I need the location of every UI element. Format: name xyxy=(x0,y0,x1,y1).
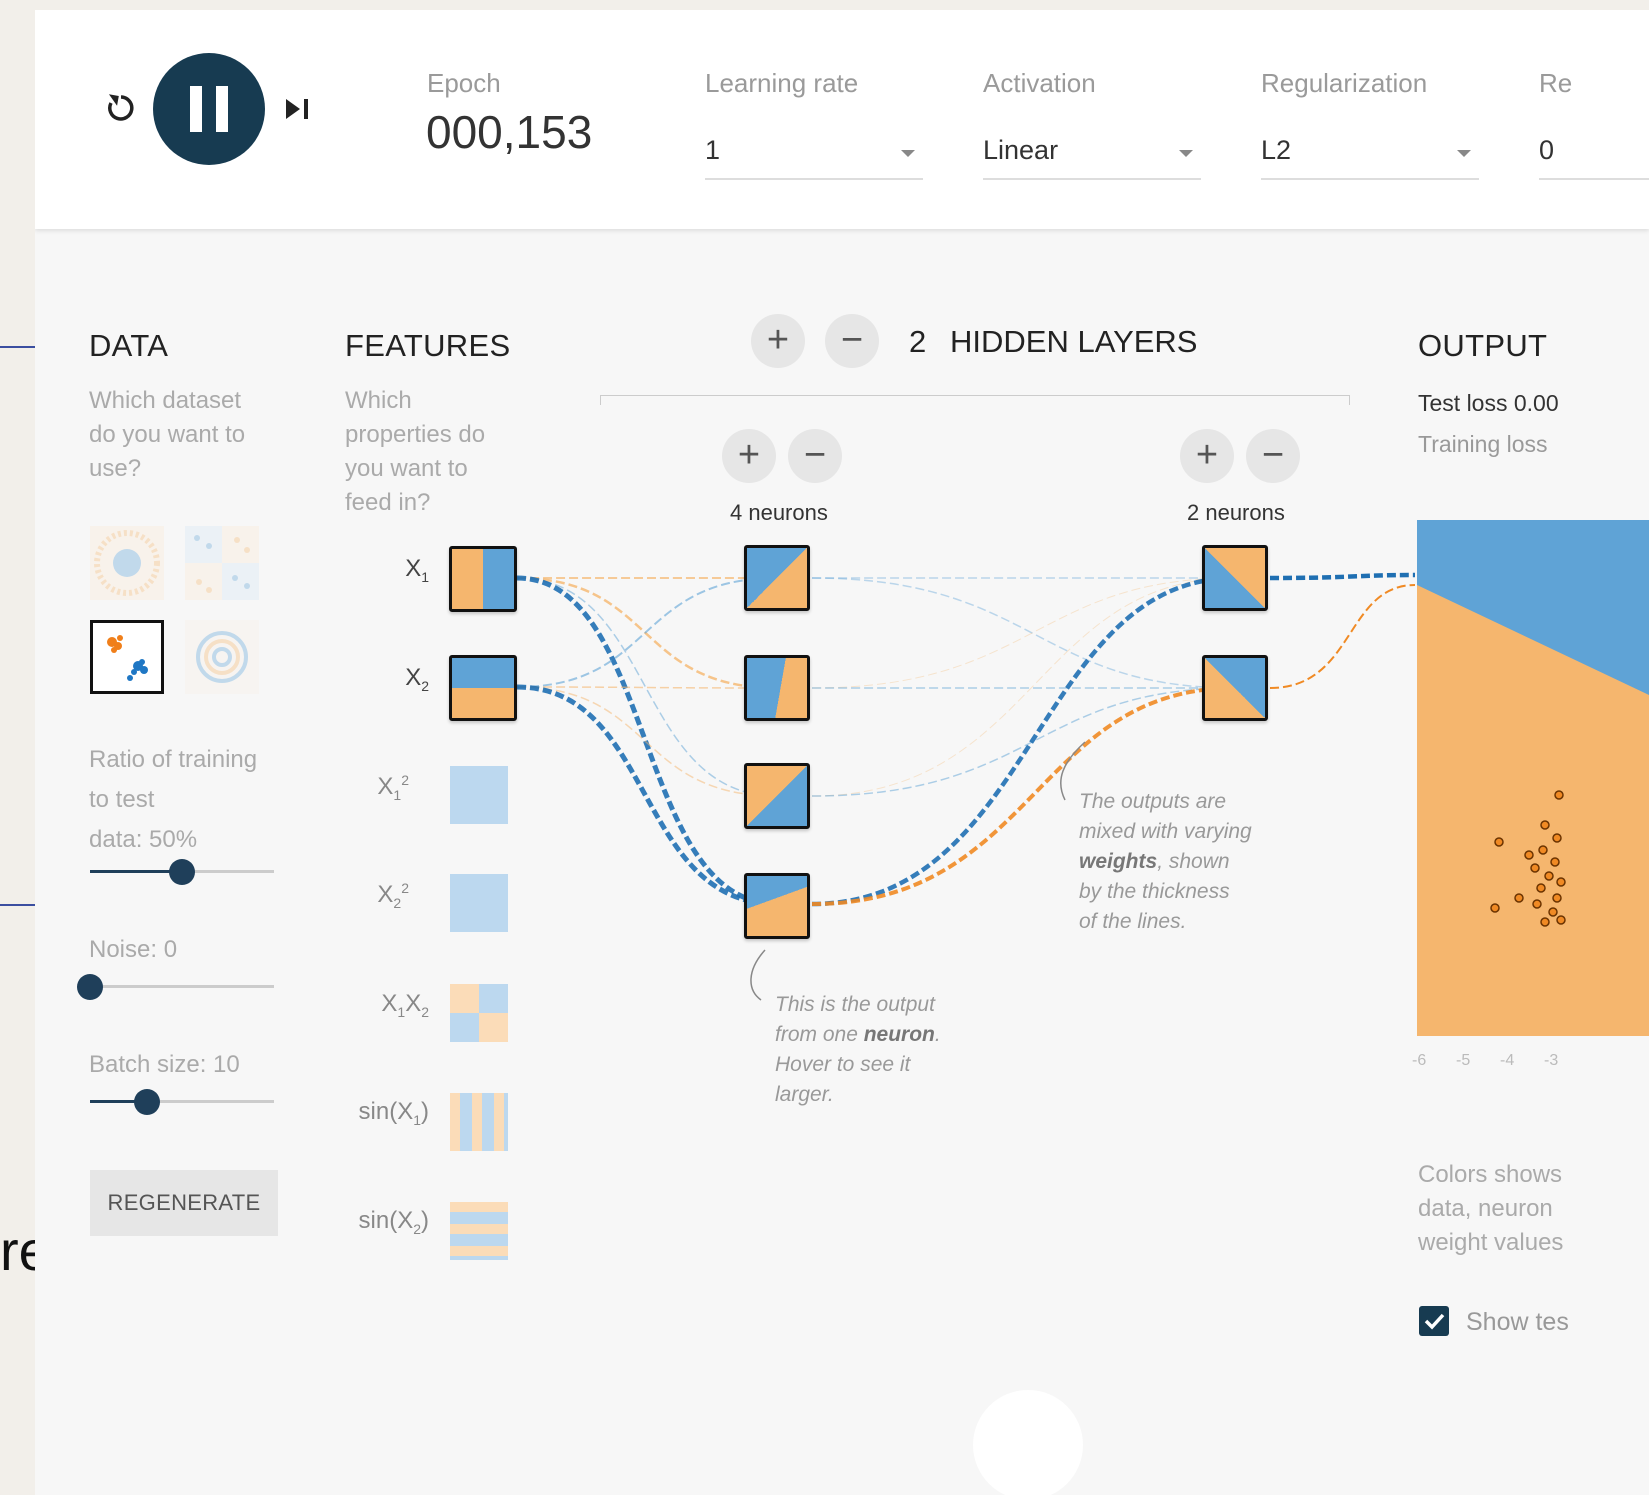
neuron-l1-1[interactable] xyxy=(744,545,810,611)
show-test-data-checkbox[interactable] xyxy=(1419,1306,1449,1336)
add-layer-button[interactable]: + xyxy=(751,314,805,368)
remove-neuron-layer1-button[interactable]: − xyxy=(788,429,842,483)
hidden-layers-label: HIDDEN LAYERS xyxy=(950,324,1198,359)
neuron-output-annotation: This is the output from one neuron. Hove… xyxy=(775,993,941,1106)
feature-node-sin-x2[interactable] xyxy=(450,1202,508,1260)
training-loss: Training loss xyxy=(1418,431,1548,457)
bottom-circle xyxy=(973,1390,1083,1495)
layer1-neuron-count: 4 neurons xyxy=(730,500,828,525)
test-loss: Test loss 0.00 xyxy=(1418,390,1559,416)
axis-tick: -5 xyxy=(1456,1052,1471,1069)
remove-neuron-layer2-button[interactable]: − xyxy=(1246,429,1300,483)
neuron-l2-2[interactable] xyxy=(1202,655,1268,721)
feature-node-sin-x1[interactable] xyxy=(450,1093,508,1151)
hidden-layer-count: 2 xyxy=(909,324,927,359)
feature-node-x2-squared[interactable] xyxy=(450,874,508,932)
axis-tick: -3 xyxy=(1544,1052,1559,1069)
hidden-layers-bracket xyxy=(600,395,1350,405)
output-heatmap xyxy=(1417,520,1649,1036)
add-neuron-layer1-button[interactable]: + xyxy=(722,429,776,483)
neuron-l2-1[interactable] xyxy=(1202,545,1268,611)
add-neuron-layer2-button[interactable]: + xyxy=(1180,429,1234,483)
show-test-data-label: Show tes xyxy=(1466,1308,1569,1336)
neuron-l1-4[interactable] xyxy=(744,873,810,939)
feature-node-x1x2[interactable] xyxy=(450,984,508,1042)
remove-layer-button[interactable]: − xyxy=(825,314,879,368)
layer2-neuron-count: 2 neurons xyxy=(1187,500,1285,525)
feature-node-x1[interactable] xyxy=(449,546,517,612)
neuron-l1-2[interactable] xyxy=(744,655,810,721)
neuron-l1-3[interactable] xyxy=(744,763,810,829)
color-legend-text: Colors shows data, neuron weight values xyxy=(1418,1161,1564,1256)
axis-tick: -4 xyxy=(1500,1052,1515,1069)
playground-app: Epoch 000,153 Learning rate 1 Activation… xyxy=(35,10,1649,1495)
output-heading: OUTPUT xyxy=(1418,328,1548,363)
decorative-line xyxy=(0,904,35,906)
feature-node-x1-squared[interactable] xyxy=(450,766,508,824)
feature-node-x2[interactable] xyxy=(449,655,517,721)
weights-annotation: The outputs are mixed with varying weigh… xyxy=(1079,790,1252,933)
decorative-line xyxy=(0,346,35,348)
network-connections xyxy=(516,572,1416,1001)
checkmark-icon xyxy=(1424,1313,1445,1330)
axis-tick: -6 xyxy=(1412,1052,1427,1069)
